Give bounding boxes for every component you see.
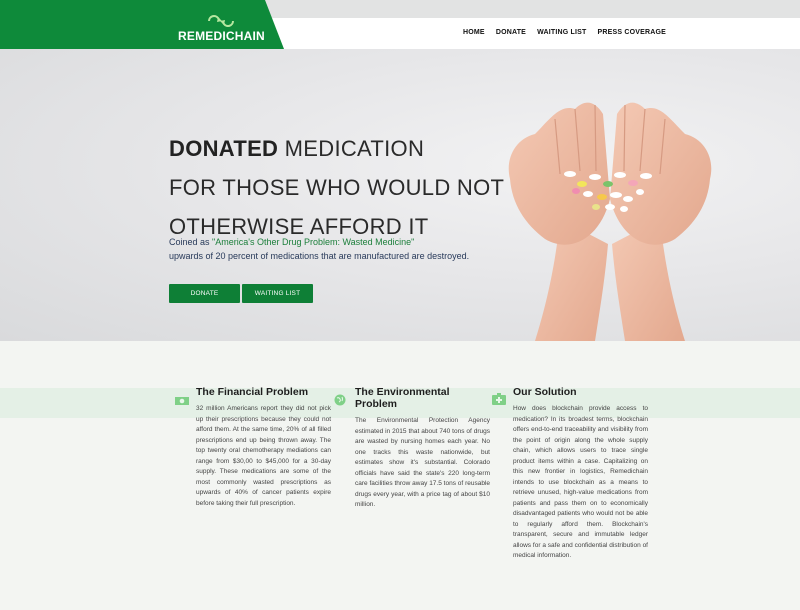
nav-press-coverage[interactable]: PRESS COVERAGE (598, 29, 667, 36)
feature-solution: Our Solution How does blockchain provide… (513, 386, 648, 562)
feature-title: The Environmental Problem (355, 386, 450, 410)
donate-button[interactable]: DONATE (169, 284, 240, 303)
nav-donate[interactable]: DONATE (496, 29, 526, 36)
subtext-quote: "America's Other Drug Problem: Wasted Me… (212, 237, 415, 247)
feature-body: How does blockchain provide access to me… (513, 405, 648, 559)
waiting-list-button[interactable]: WAITING LIST (242, 284, 313, 303)
feature-body: 32 million Americans report they did not… (196, 405, 331, 507)
headline-line-2: FOR THOSE WHO WOULD NOT (169, 175, 505, 200)
brand-name: REMEDICHAIN (178, 29, 265, 43)
feature-title: Our Solution (513, 386, 577, 398)
hands-pills-image (508, 102, 712, 341)
feature-financial: The Financial Problem 32 million America… (196, 386, 331, 509)
headline-bold: DONATED (169, 136, 279, 161)
feature-body: The Environmental Protection Agency esti… (355, 417, 490, 508)
main-nav: HOME DONATE WAITING LIST PRESS COVERAGE (463, 29, 677, 36)
feature-environmental: The Environmental Problem The Environmen… (355, 386, 490, 511)
hero-headline: DONATED MEDICATION FOR THOSE WHO WOULD N… (169, 129, 509, 246)
money-icon (175, 397, 189, 405)
chain-arrows-icon (208, 15, 234, 27)
headline-rest: MEDICATION (278, 136, 425, 161)
hero-section: DONATED MEDICATION FOR THOSE WHO WOULD N… (0, 49, 800, 341)
globe-icon (334, 394, 346, 406)
subtext-prefix: Coined as (169, 237, 213, 247)
feature-title: The Financial Problem (196, 386, 309, 398)
nav-waiting-list[interactable]: WAITING LIST (537, 29, 586, 36)
subtext-line-2: upwards of 20 percent of medications tha… (169, 251, 470, 261)
medkit-icon (492, 393, 506, 405)
nav-home[interactable]: HOME (463, 29, 485, 36)
brand-logo[interactable]: REMEDICHAIN (178, 14, 265, 43)
hero-subtext: Coined as "America's Other Drug Problem:… (169, 235, 469, 263)
